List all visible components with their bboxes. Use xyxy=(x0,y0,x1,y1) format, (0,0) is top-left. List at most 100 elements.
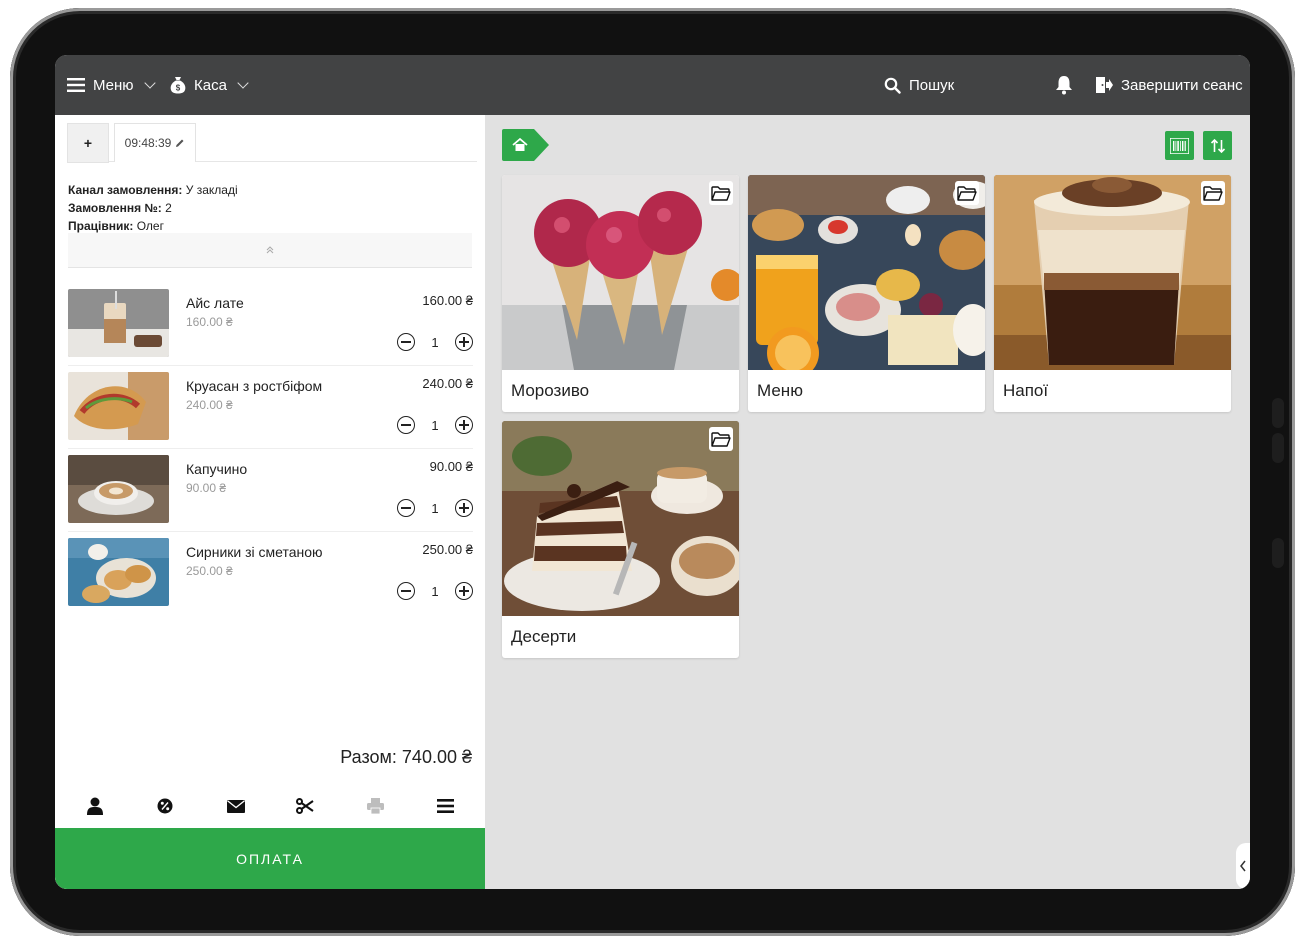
decrease-quantity-button[interactable] xyxy=(397,333,415,351)
increase-quantity-button[interactable] xyxy=(455,499,473,517)
increase-quantity-button[interactable] xyxy=(455,333,473,351)
hamburger-icon xyxy=(67,78,85,92)
increase-quantity-button[interactable] xyxy=(455,582,473,600)
folder-icon xyxy=(709,427,733,451)
barcode-icon xyxy=(1170,137,1189,154)
item-line-total: 240.00 ₴ xyxy=(422,376,473,391)
category-image xyxy=(748,175,985,370)
item-unit-price: 240.00 ₴ xyxy=(186,398,233,412)
side-button xyxy=(1272,538,1284,568)
category-name: Напої xyxy=(1003,381,1049,400)
folder-icon xyxy=(955,181,979,205)
barcode-scan-button[interactable] xyxy=(1165,131,1194,160)
order-actions xyxy=(55,781,485,831)
item-line-total: 160.00 ₴ xyxy=(422,293,473,308)
order-tab-time: 09:48:39 xyxy=(124,136,172,150)
item-thumbnail xyxy=(68,455,169,523)
category-card[interactable]: Десерти xyxy=(502,421,739,658)
search-button[interactable]: Пошук xyxy=(884,55,954,115)
side-panel-toggle[interactable] xyxy=(1236,843,1250,889)
sort-arrows-icon xyxy=(1210,138,1225,153)
quantity-value: 1 xyxy=(431,334,439,350)
order-number-value: 2 xyxy=(165,201,172,215)
channel-label: Канал замовлення: xyxy=(68,183,183,197)
hamburger-icon xyxy=(436,799,454,813)
pay-button[interactable]: ОПЛАТА xyxy=(55,828,485,889)
item-name: Сирники зі сметаною xyxy=(186,544,323,560)
menu-label: Меню xyxy=(93,76,134,94)
decrease-quantity-button[interactable] xyxy=(397,416,415,434)
add-order-tab-button[interactable]: + xyxy=(67,123,109,163)
category-image xyxy=(994,175,1231,370)
quantity-value: 1 xyxy=(431,500,439,516)
split-order-button[interactable] xyxy=(290,791,320,821)
item-name: Айс лате xyxy=(186,295,244,311)
logout-button[interactable]: Завершити сеанс xyxy=(1095,55,1243,115)
top-bar: Меню $ Каса Пошук Завершити сеанс xyxy=(55,55,1250,115)
side-button xyxy=(1272,433,1284,463)
chevron-down-icon xyxy=(237,76,249,89)
divider xyxy=(68,448,473,449)
category-card[interactable]: Морозиво xyxy=(502,175,739,412)
home-breadcrumb-button[interactable] xyxy=(502,129,550,161)
order-total: Разом: 740.00 ₴ xyxy=(340,747,472,767)
item-name: Круасан з ростбіфом xyxy=(186,378,323,394)
discount-button[interactable] xyxy=(150,791,180,821)
item-thumbnail xyxy=(68,538,169,606)
quantity-stepper: 1 xyxy=(397,499,473,517)
pencil-icon[interactable] xyxy=(175,138,185,148)
order-item[interactable]: Капучино 90.00 ₴ 90.00 ₴ 1 xyxy=(68,455,473,525)
collapse-info-button[interactable] xyxy=(68,233,472,268)
menu-dropdown[interactable]: Меню xyxy=(67,55,156,115)
order-item[interactable]: Сирники зі сметаною 250.00 ₴ 250.00 ₴ 1 xyxy=(68,538,473,608)
order-number-label: Замовлення №: xyxy=(68,201,162,215)
chevron-left-icon xyxy=(1240,860,1246,872)
kasa-dropdown[interactable]: $ Каса xyxy=(170,55,249,115)
category-name: Меню xyxy=(757,381,803,400)
divider xyxy=(68,531,473,532)
item-unit-price: 160.00 ₴ xyxy=(186,315,233,329)
decrease-quantity-button[interactable] xyxy=(397,499,415,517)
folder-icon xyxy=(709,181,733,205)
increase-quantity-button[interactable] xyxy=(455,416,473,434)
logout-icon xyxy=(1096,77,1113,93)
category-name: Десерти xyxy=(511,627,577,646)
percent-icon xyxy=(157,798,173,814)
bell-icon xyxy=(1056,76,1072,95)
sort-button[interactable] xyxy=(1203,131,1232,160)
notifications-button[interactable] xyxy=(1055,55,1073,115)
decrease-quantity-button[interactable] xyxy=(397,582,415,600)
channel-value: У закладі xyxy=(185,183,238,197)
item-name: Капучино xyxy=(186,461,248,477)
logout-label: Завершити сеанс xyxy=(1121,76,1243,94)
order-tab-active[interactable]: 09:48:39 xyxy=(114,123,196,162)
divider xyxy=(68,365,473,366)
more-menu-button[interactable] xyxy=(430,791,460,821)
item-line-total: 90.00 ₴ xyxy=(429,459,473,474)
side-button xyxy=(1272,398,1284,428)
category-card[interactable]: Меню xyxy=(748,175,985,412)
chevron-down-icon xyxy=(143,76,156,89)
money-bag-icon: $ xyxy=(170,77,186,94)
order-item[interactable]: Круасан з ростбіфом 240.00 ₴ 240.00 ₴ 1 xyxy=(68,372,473,442)
message-button[interactable] xyxy=(221,791,251,821)
app-screen: Меню $ Каса Пошук Завершити сеанс + 09:4… xyxy=(55,55,1250,889)
customer-button[interactable] xyxy=(80,791,110,821)
category-card[interactable]: Напої xyxy=(994,175,1231,412)
order-info: Канал замовлення: У закладі Замовлення №… xyxy=(68,181,238,235)
user-icon xyxy=(87,797,103,815)
item-thumbnail xyxy=(68,289,169,357)
print-button[interactable] xyxy=(360,791,390,821)
folder-icon xyxy=(1201,181,1225,205)
item-unit-price: 90.00 ₴ xyxy=(186,481,227,495)
order-panel: + 09:48:39 Канал замовлення: У закладі З… xyxy=(55,115,485,889)
quantity-value: 1 xyxy=(431,417,439,433)
search-label: Пошук xyxy=(909,76,955,94)
catalog-panel: Морозиво Меню Напої Десерти xyxy=(485,115,1250,889)
worker-value: Олег xyxy=(136,219,164,233)
item-thumbnail xyxy=(68,372,169,440)
svg-text:$: $ xyxy=(176,84,181,93)
order-item[interactable]: Айс лате 160.00 ₴ 160.00 ₴ 1 xyxy=(68,289,473,359)
category-image xyxy=(502,175,739,370)
search-icon xyxy=(884,77,901,94)
